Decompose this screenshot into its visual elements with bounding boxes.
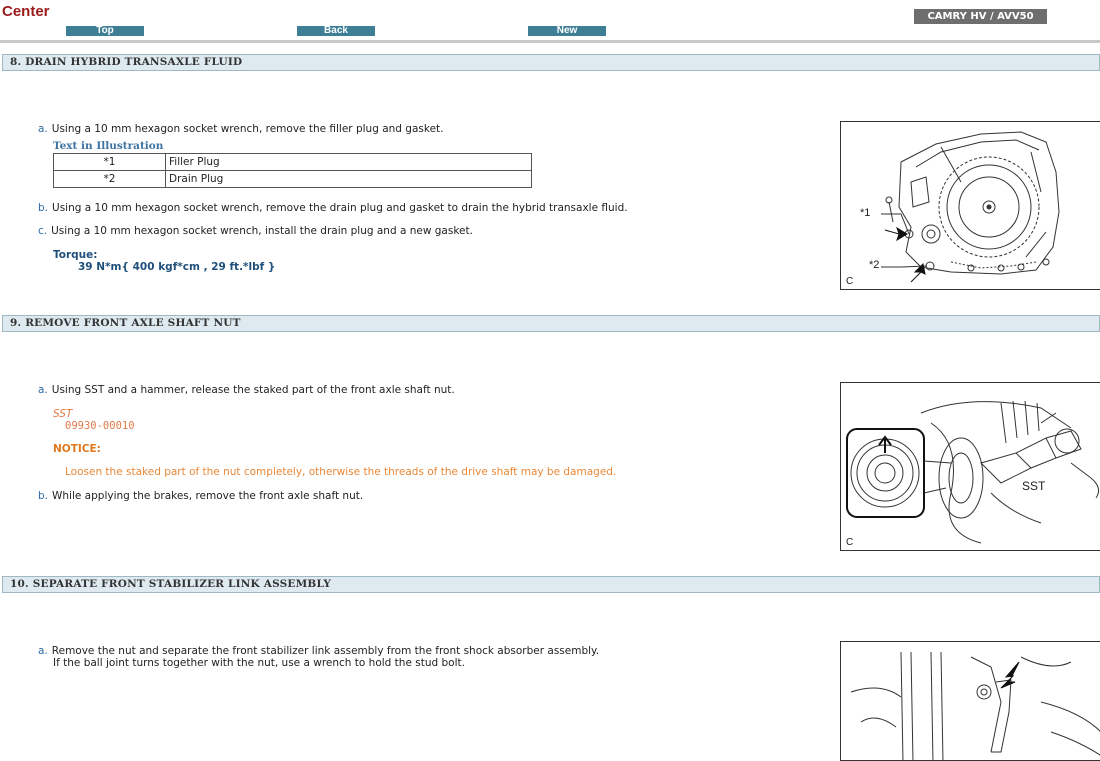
back-button[interactable]: Back [297, 26, 375, 36]
table-row: *2 Drain Plug [53, 170, 532, 188]
s10-step-a-line2: If the ball joint turns together with th… [53, 657, 465, 669]
section-8-header: 8. DRAIN HYBRID TRANSAXLE FLUID [2, 54, 1100, 71]
table-cell-value: Filler Plug [165, 153, 532, 171]
stabilizer-link-figure[interactable] [840, 641, 1100, 761]
brand-title: Center [2, 3, 50, 20]
table-cell-key: *1 [53, 153, 166, 171]
sst-value: 09930-00010 [65, 420, 135, 432]
sst-label: SST [53, 408, 73, 420]
table-cell-value: Drain Plug [165, 170, 532, 188]
step-letter: a. [38, 123, 48, 135]
s10-step-a: a. Remove the nut and separate the front … [38, 645, 599, 657]
figure-label-1: *1 [860, 207, 871, 219]
section-9-header: 9. REMOVE FRONT AXLE SHAFT NUT [2, 315, 1100, 332]
section-10-header: 10. SEPARATE FRONT STABILIZER LINK ASSEM… [2, 576, 1100, 593]
transaxle-figure[interactable]: *1 *2 C [840, 121, 1100, 290]
table-row: *1 Filler Plug [53, 153, 532, 171]
step-letter: c. [38, 225, 48, 237]
step-text: Remove the nut and separate the front st… [51, 645, 600, 657]
transaxle-drawing [881, 131, 1060, 283]
step-text: Using a 10 mm hexagon socket wrench, ins… [51, 225, 473, 237]
table-cell-key: *2 [53, 170, 166, 188]
s9-step-a: a. Using SST and a hammer, release the st… [38, 384, 455, 396]
figure-caption: C [846, 276, 854, 287]
s9-step-b: b. While applying the brakes, remove the … [38, 490, 363, 502]
new-button[interactable]: New [528, 26, 606, 36]
illustration-title: Text in Illustration [53, 140, 164, 152]
illustration-table: *1 Filler Plug *2 Drain Plug [53, 153, 532, 188]
figure-label-2: *2 [869, 259, 880, 271]
step-letter: b. [38, 490, 49, 502]
step-text: While applying the brakes, remove the fr… [52, 490, 364, 502]
figure-sst-label: SST [1022, 479, 1046, 493]
torque-value: 39 N*m{ 400 kgf*cm , 29 ft.*lbf } [78, 261, 276, 273]
step-letter: a. [38, 645, 48, 657]
torque-label: Torque: [53, 249, 98, 261]
step-letter: a. [38, 384, 48, 396]
axle-nut-figure[interactable]: SST C [840, 382, 1100, 551]
stabilizer-link-drawing [850, 651, 1100, 760]
notice-label: NOTICE: [53, 443, 101, 455]
step-letter: b. [38, 202, 49, 214]
model-badge: CAMRY HV / AVV50 [914, 9, 1047, 24]
figure-caption: C [846, 537, 854, 548]
s8-step-b: b. Using a 10 mm hexagon socket wrench, r… [38, 202, 628, 214]
header-divider [0, 40, 1100, 43]
step-text: Using a 10 mm hexagon socket wrench, rem… [51, 123, 444, 135]
step-text: Using a 10 mm hexagon socket wrench, rem… [52, 202, 628, 214]
step-text: Using SST and a hammer, release the stak… [51, 384, 455, 396]
s8-step-c: c. Using a 10 mm hexagon socket wrench, i… [38, 225, 473, 237]
notice-text: Loosen the staked part of the nut comple… [65, 466, 617, 478]
top-button[interactable]: Top [66, 26, 144, 36]
axle-nut-drawing [846, 400, 1100, 544]
s8-step-a: a. Using a 10 mm hexagon socket wrench, r… [38, 123, 443, 135]
